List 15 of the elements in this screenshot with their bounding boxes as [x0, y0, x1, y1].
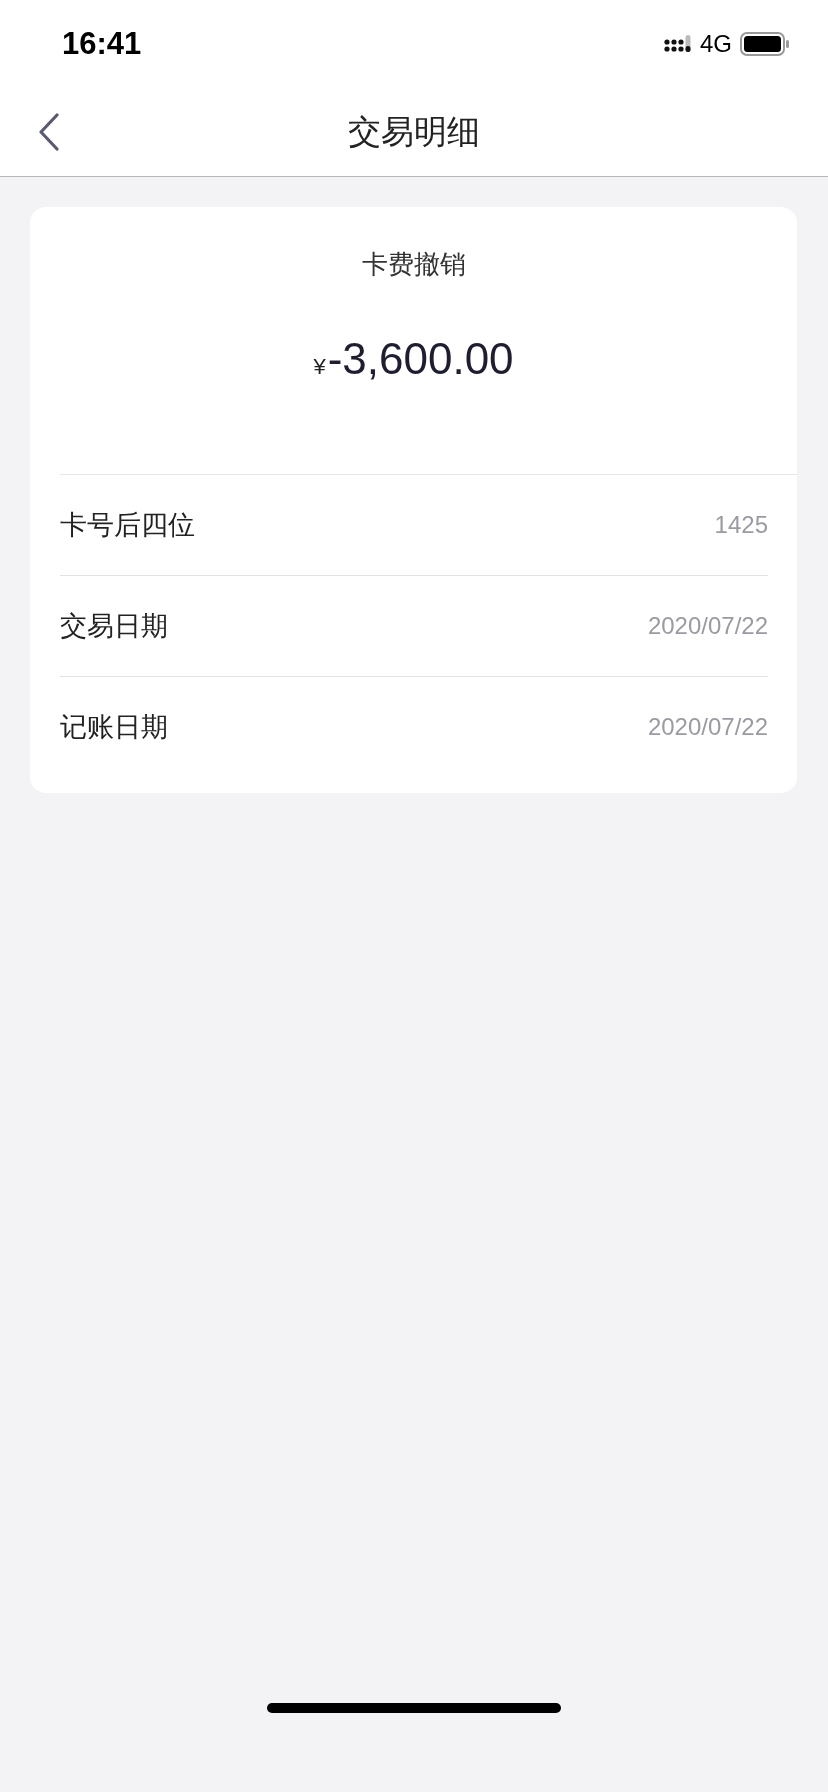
status-time: 16:41: [62, 26, 142, 62]
network-label: 4G: [700, 30, 732, 58]
detail-label: 交易日期: [60, 609, 168, 643]
signal-icon: [664, 34, 692, 54]
currency-symbol: ¥: [313, 354, 326, 380]
chevron-left-icon: [38, 113, 60, 151]
battery-icon: [740, 32, 790, 56]
transaction-amount: -3,600.00: [327, 334, 514, 384]
detail-value: 2020/07/22: [647, 612, 768, 640]
detail-value: 2020/07/22: [647, 713, 768, 741]
detail-label: 记账日期: [60, 710, 168, 744]
detail-value: 1425: [714, 511, 768, 539]
page-title: 交易明细: [348, 110, 480, 153]
detail-label: 卡号后四位: [60, 508, 195, 542]
transaction-type: 卡费撤销: [360, 248, 467, 281]
